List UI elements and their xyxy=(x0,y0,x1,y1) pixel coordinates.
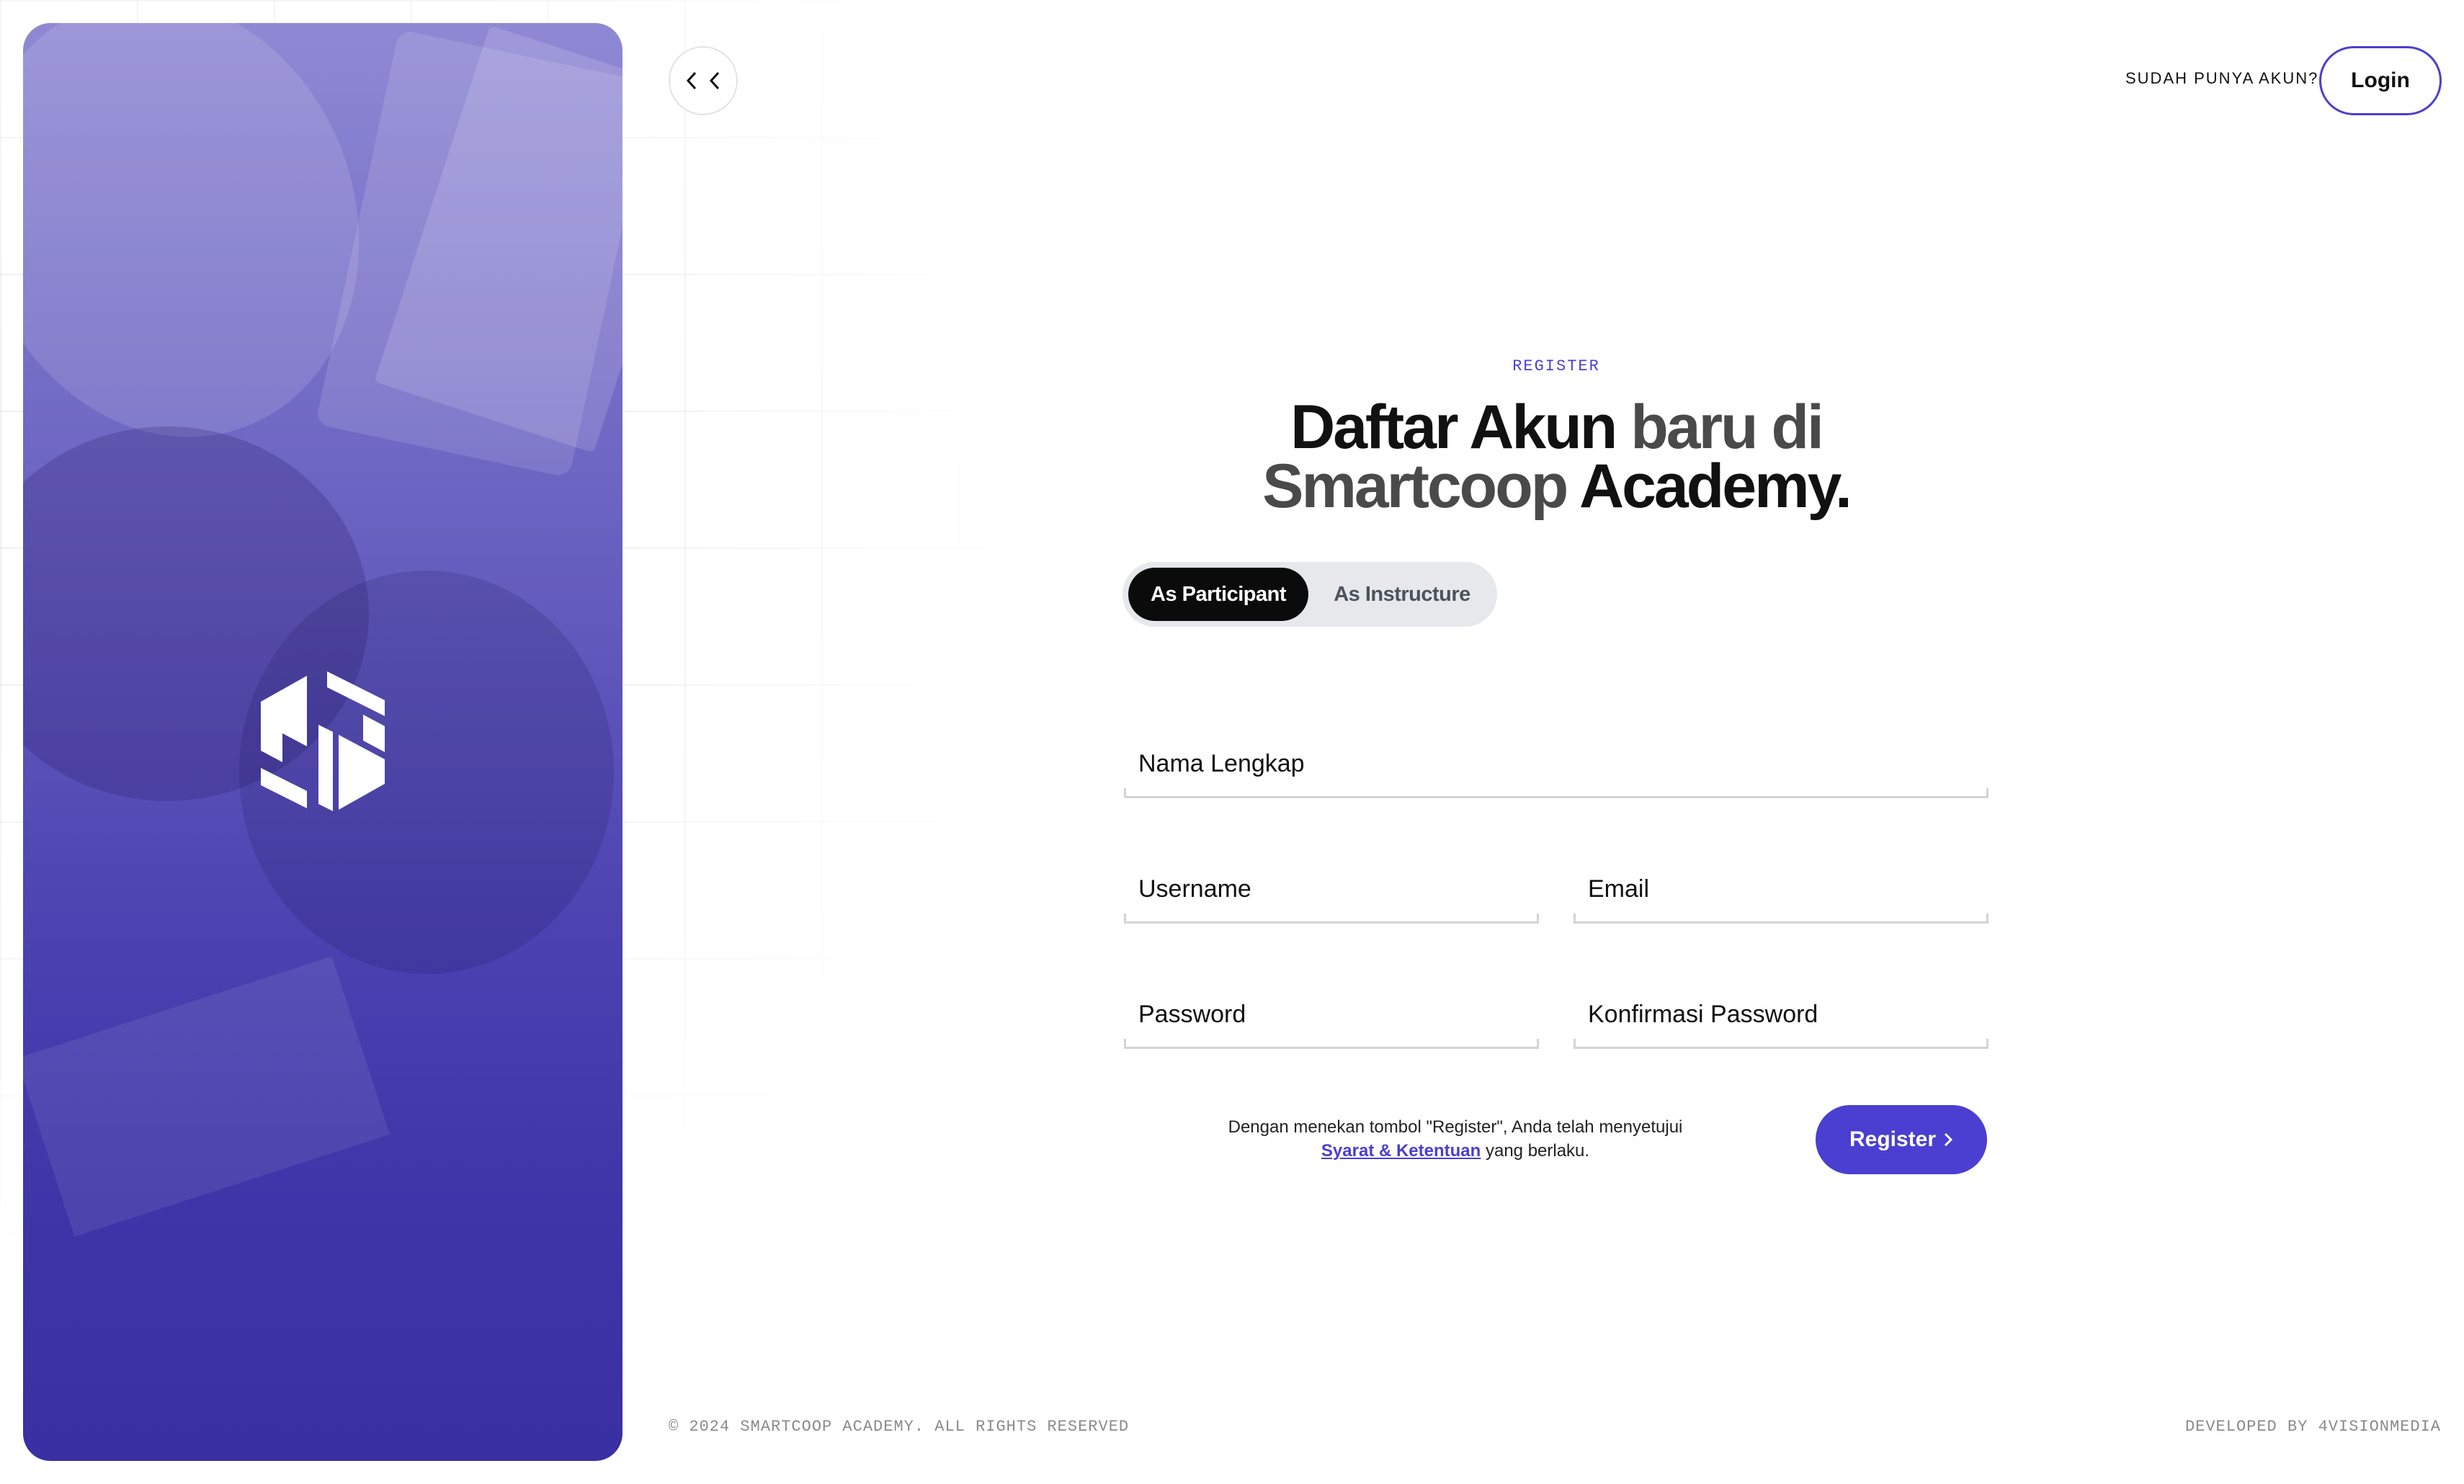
register-button[interactable]: Register xyxy=(1816,1105,1987,1174)
page-title: Daftar Akun baru di Smartcoop Academy. xyxy=(1052,396,2061,517)
password-input[interactable] xyxy=(1124,983,1539,1047)
username-input[interactable] xyxy=(1124,857,1539,921)
terms-link[interactable]: Syarat & Ketentuan xyxy=(1321,1141,1481,1161)
chevron-left-icon xyxy=(709,71,720,90)
title-part: Academy. xyxy=(1579,452,1852,521)
title-part: Smartcoop xyxy=(1262,452,1579,521)
role-toggle: As Participant As Instructure xyxy=(1122,562,1497,627)
back-button[interactable] xyxy=(669,46,738,115)
terms-text: Dengan menekan tombol "Register", Anda t… xyxy=(1225,1115,1686,1163)
developer-credit: DEVELOPED BY 4VISIONMEDIA xyxy=(2184,1418,2441,1436)
register-label: Register xyxy=(1849,1127,1937,1151)
terms-suffix: yang berlaku. xyxy=(1481,1141,1590,1161)
role-instructure-tab[interactable]: As Instructure xyxy=(1316,568,1488,621)
chevron-left-icon xyxy=(686,71,697,90)
email-input[interactable] xyxy=(1574,857,1988,921)
password-field xyxy=(1124,983,1539,1049)
hero-image-panel xyxy=(23,23,622,1461)
confirm-password-input[interactable] xyxy=(1574,983,1988,1047)
smartcoop-logo-icon xyxy=(261,671,385,811)
hero-shape xyxy=(23,956,390,1237)
hero-shape xyxy=(315,29,622,478)
full-name-input[interactable] xyxy=(1124,732,1988,796)
full-name-field xyxy=(1124,732,1988,798)
confirm-password-field xyxy=(1574,983,1988,1049)
email-field xyxy=(1574,857,1988,924)
role-participant-tab[interactable]: As Participant xyxy=(1128,568,1308,621)
register-eyebrow: REGISTER xyxy=(1512,357,1600,375)
chevron-right-icon xyxy=(1944,1132,1953,1147)
have-account-text: SUDAH PUNYA AKUN? xyxy=(2125,69,2319,87)
username-field xyxy=(1124,857,1539,924)
terms-prefix: Dengan menekan tombol "Register", Anda t… xyxy=(1228,1117,1683,1137)
login-button[interactable]: Login xyxy=(2319,46,2442,115)
copyright-text: © 2024 SMARTCOOP ACADEMY. ALL RIGHTS RES… xyxy=(669,1418,1130,1436)
